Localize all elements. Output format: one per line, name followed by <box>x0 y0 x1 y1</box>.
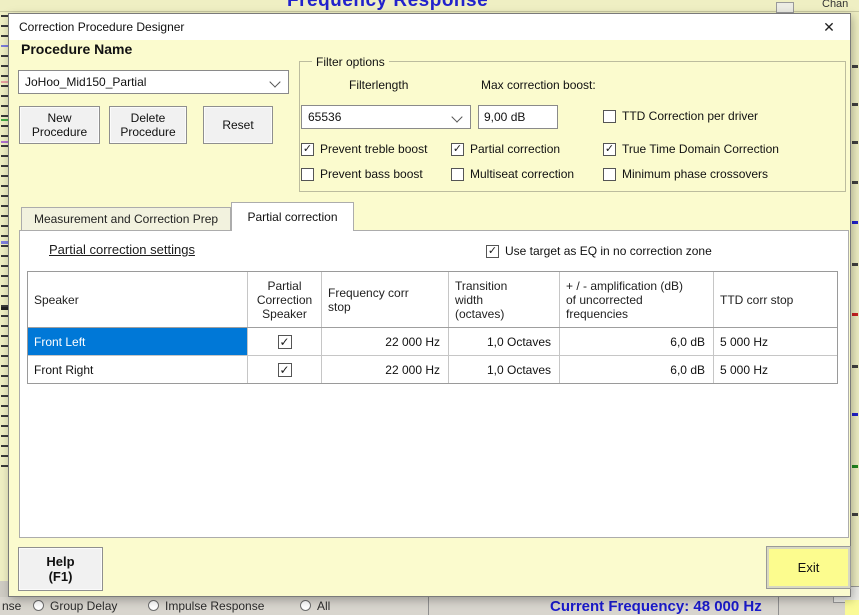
checkbox-label[interactable]: TTD Correction per driver <box>622 109 758 123</box>
table-row-front-right[interactable]: Front Right ✓ 22 000 Hz 1,0 Octaves 6,0 … <box>28 355 837 383</box>
cell-amplification[interactable]: 6,0 dB <box>560 328 714 355</box>
background-right-strip <box>851 13 859 597</box>
checkbox-label[interactable]: Minimum phase crossovers <box>622 167 768 181</box>
column-header-ttd-corr-stop[interactable]: TTD corr stop <box>714 272 837 327</box>
true-time-domain-correction-checkbox-row[interactable]: ✓ True Time Domain Correction <box>603 142 779 156</box>
column-header-amplification[interactable]: + / - amplification (dB) of uncorrected … <box>560 272 714 327</box>
reset-button[interactable]: Reset <box>203 106 273 144</box>
partial-correction-table: Speaker Partial Correction Speaker Frequ… <box>27 271 838 384</box>
checkbox-label[interactable]: Use target as EQ in no correction zone <box>505 244 712 258</box>
filter-options-legend: Filter options <box>312 55 389 69</box>
background-bottom-bar: nse Group Delay Impulse Response All Cur… <box>0 597 859 615</box>
procedure-name-value: JoHoo_Mid150_Partial <box>25 75 146 89</box>
delete-procedure-button[interactable]: Delete Procedure <box>109 106 187 144</box>
cell-transition-width[interactable]: 1,0 Octaves <box>449 356 560 383</box>
minimum-phase-crossovers-checkbox[interactable] <box>603 168 616 181</box>
partial-correction-settings-link[interactable]: Partial correction settings <box>49 242 195 257</box>
cell-speaker[interactable]: Front Right <box>28 356 248 383</box>
cell-partial-correction[interactable]: ✓ <box>248 356 322 383</box>
cell-frequency-corr-stop[interactable]: 22 000 Hz <box>322 356 449 383</box>
background-chan-label: Chan <box>822 0 848 10</box>
close-icon[interactable]: ✕ <box>812 14 846 40</box>
exit-button[interactable]: Exit <box>766 546 851 589</box>
background-yellow-corner <box>845 600 859 615</box>
chevron-down-icon[interactable] <box>269 76 280 87</box>
background-panel-edge <box>0 11 859 12</box>
checkbox-label[interactable]: True Time Domain Correction <box>622 142 779 156</box>
row-partial-correction-checkbox[interactable]: ✓ <box>278 335 292 349</box>
group-delay-radio[interactable] <box>33 600 44 611</box>
ttd-correction-per-driver-checkbox[interactable] <box>603 110 616 123</box>
prevent-bass-boost-checkbox-row[interactable]: Prevent bass boost <box>301 167 423 181</box>
help-f1-button[interactable]: Help (F1) <box>18 547 103 591</box>
chevron-down-icon[interactable] <box>451 111 462 122</box>
multiseat-correction-checkbox[interactable] <box>451 168 464 181</box>
prevent-bass-boost-checkbox[interactable] <box>301 168 314 181</box>
tab-partial-correction[interactable]: Partial correction <box>231 202 354 231</box>
true-time-domain-correction-checkbox[interactable]: ✓ <box>603 143 616 156</box>
max-correction-boost-label: Max correction boost: <box>481 78 596 92</box>
group-delay-radio-label[interactable]: Group Delay <box>50 599 117 613</box>
all-radio[interactable] <box>300 600 311 611</box>
checkbox-label[interactable]: Multiseat correction <box>470 167 574 181</box>
current-frequency-label: Current Frequency: 48 000 Hz <box>550 598 762 615</box>
column-header-transition-width[interactable]: Transition width (octaves) <box>449 272 560 327</box>
row-partial-correction-checkbox[interactable]: ✓ <box>278 363 292 377</box>
ttd-correction-per-driver-checkbox-row[interactable]: TTD Correction per driver <box>603 109 758 123</box>
legend-dash-marks <box>1 15 8 475</box>
background-text-fragment: nse <box>2 599 21 613</box>
prevent-treble-boost-checkbox[interactable]: ✓ <box>301 143 314 156</box>
background-checkbox-fragment <box>776 2 794 13</box>
column-header-speaker[interactable]: Speaker <box>28 272 248 327</box>
impulse-response-radio[interactable] <box>148 600 159 611</box>
procedure-name-combobox[interactable]: JoHoo_Mid150_Partial <box>18 70 289 94</box>
filterlength-label: Filterlength <box>349 78 408 92</box>
column-header-frequency-corr-stop[interactable]: Frequency corr stop <box>322 272 449 327</box>
multiseat-correction-checkbox-row[interactable]: Multiseat correction <box>451 167 574 181</box>
checkbox-label[interactable]: Prevent treble boost <box>320 142 427 156</box>
cell-frequency-corr-stop[interactable]: 22 000 Hz <box>322 328 449 355</box>
procedure-name-heading: Procedure Name <box>21 41 132 57</box>
all-radio-label[interactable]: All <box>317 599 330 613</box>
filterlength-combobox[interactable]: 65536 <box>301 105 471 129</box>
filterlength-value: 65536 <box>308 110 341 124</box>
panel-divider <box>428 597 429 615</box>
cell-ttd-corr-stop[interactable]: 5 000 Hz <box>714 328 837 355</box>
cell-partial-correction[interactable]: ✓ <box>248 328 322 355</box>
cell-amplification[interactable]: 6,0 dB <box>560 356 714 383</box>
column-header-partial-correction-speaker[interactable]: Partial Correction Speaker <box>248 272 322 327</box>
partial-correction-checkbox[interactable]: ✓ <box>451 143 464 156</box>
minimum-phase-crossovers-checkbox-row[interactable]: Minimum phase crossovers <box>603 167 768 181</box>
dialog-title: Correction Procedure Designer <box>19 20 184 34</box>
new-procedure-button[interactable]: New Procedure <box>19 106 100 144</box>
checkbox-label[interactable]: Partial correction <box>470 142 560 156</box>
table-row-front-left[interactable]: Front Left ✓ 22 000 Hz 1,0 Octaves 6,0 d… <box>28 328 837 355</box>
correction-procedure-designer-dialog: Correction Procedure Designer ✕ Procedur… <box>8 13 851 597</box>
use-target-as-eq-checkbox[interactable]: ✓ <box>486 245 499 258</box>
dialog-titlebar[interactable]: Correction Procedure Designer ✕ <box>9 14 850 40</box>
cell-ttd-corr-stop[interactable]: 5 000 Hz <box>714 356 837 383</box>
checkbox-label[interactable]: Prevent bass boost <box>320 167 423 181</box>
table-header-row: Speaker Partial Correction Speaker Frequ… <box>28 272 837 328</box>
tab-measurement-and-correction-prep[interactable]: Measurement and Correction Prep <box>21 207 231 231</box>
impulse-response-radio-label[interactable]: Impulse Response <box>165 599 264 613</box>
use-target-as-eq-checkbox-row[interactable]: ✓ Use target as EQ in no correction zone <box>486 244 712 258</box>
max-correction-boost-input[interactable] <box>478 105 558 129</box>
prevent-treble-boost-checkbox-row[interactable]: ✓ Prevent treble boost <box>301 142 427 156</box>
cell-transition-width[interactable]: 1,0 Octaves <box>449 328 560 355</box>
partial-correction-checkbox-row[interactable]: ✓ Partial correction <box>451 142 560 156</box>
panel-divider <box>778 597 779 615</box>
cell-speaker[interactable]: Front Left <box>28 328 248 355</box>
